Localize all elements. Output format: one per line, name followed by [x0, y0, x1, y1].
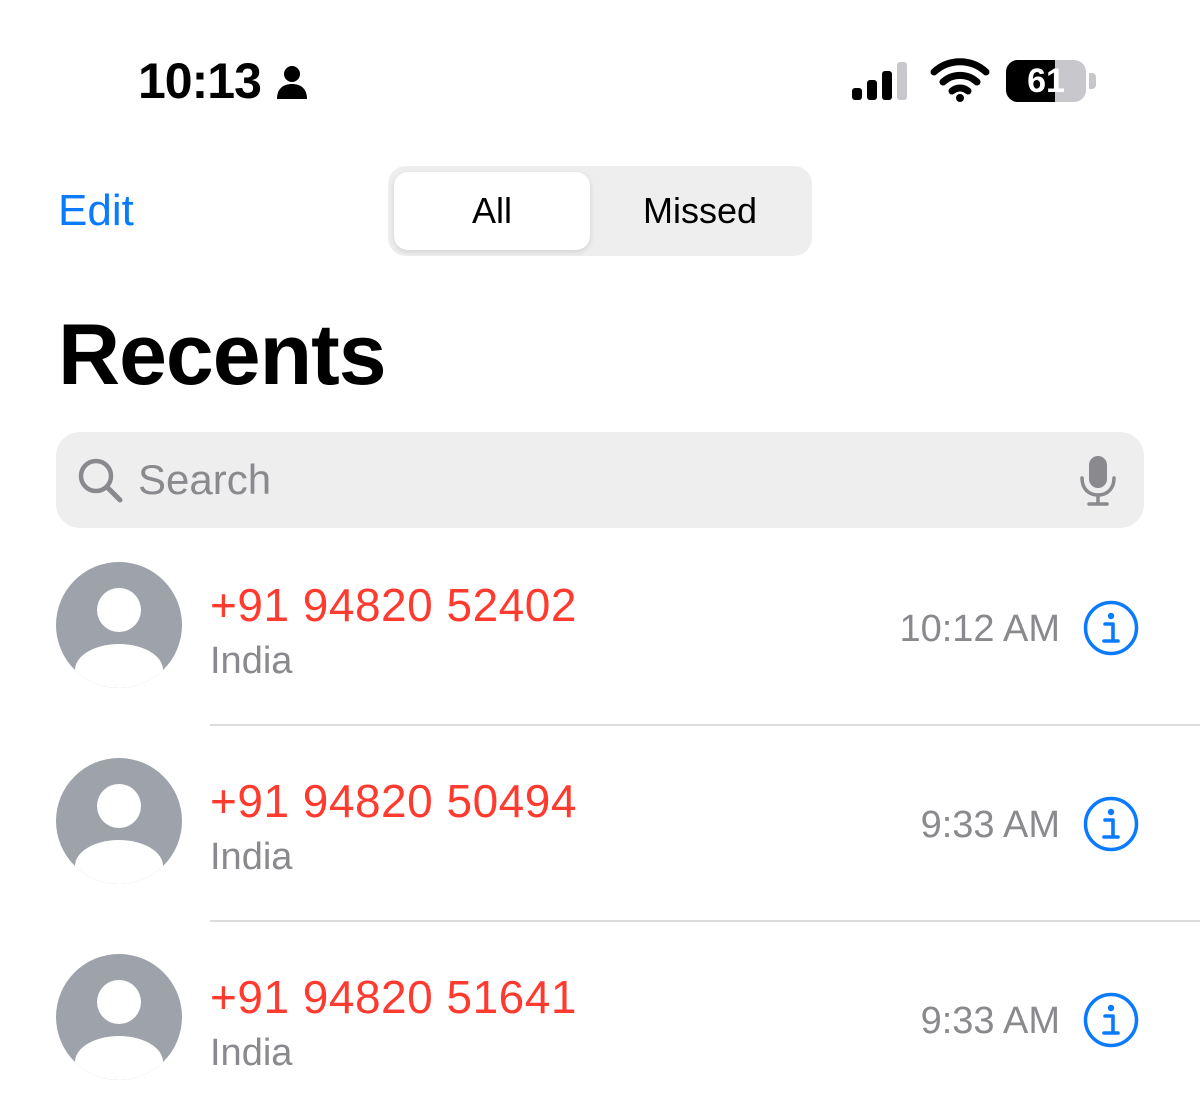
call-time: 9:33 AM: [920, 1000, 1060, 1042]
avatar-icon: [56, 954, 182, 1080]
info-icon[interactable]: [1083, 796, 1139, 852]
status-time: 10:13: [138, 53, 262, 109]
call-number: +91 94820 50494: [210, 775, 577, 827]
search-input[interactable]: [138, 432, 1038, 528]
call-location: India: [210, 640, 293, 682]
status-bar: 10:13 61: [0, 0, 1200, 150]
search-bar[interactable]: [56, 432, 1144, 528]
call-time: 10:12 AM: [899, 608, 1060, 650]
cellular-signal-icon: [852, 62, 907, 100]
page-title: Recents: [58, 307, 387, 403]
edit-button[interactable]: Edit: [58, 186, 134, 236]
info-icon[interactable]: [1083, 600, 1139, 656]
call-number: +91 94820 52402: [210, 579, 577, 631]
avatar-icon: [56, 758, 182, 884]
battery-body: 61: [1006, 60, 1086, 102]
call-time: 9:33 AM: [920, 804, 1060, 846]
search-icon: [78, 458, 123, 503]
battery-cap: [1089, 73, 1096, 89]
recents-list: +91 94820 52402 India 10:12 AM +91 94820…: [0, 530, 1200, 1118]
call-row[interactable]: +91 94820 51641 India 9:33 AM: [0, 922, 1200, 1118]
segment-all[interactable]: All: [394, 172, 590, 250]
call-row[interactable]: +91 94820 50494 India 9:33 AM: [0, 726, 1200, 922]
battery-level: 61: [1027, 62, 1065, 100]
call-location: India: [210, 836, 293, 878]
battery-icon: 61: [1006, 60, 1098, 102]
wifi-icon: [930, 58, 990, 102]
call-number: +91 94820 51641: [210, 971, 577, 1023]
person-icon: [277, 66, 307, 99]
avatar-icon: [56, 562, 182, 688]
call-row[interactable]: +91 94820 52402 India 10:12 AM: [0, 530, 1200, 726]
info-icon[interactable]: [1083, 992, 1139, 1048]
microphone-icon[interactable]: [1078, 454, 1118, 508]
call-location: India: [210, 1032, 293, 1074]
filter-segmented-control: All Missed: [388, 166, 812, 256]
segment-missed[interactable]: Missed: [600, 172, 800, 250]
